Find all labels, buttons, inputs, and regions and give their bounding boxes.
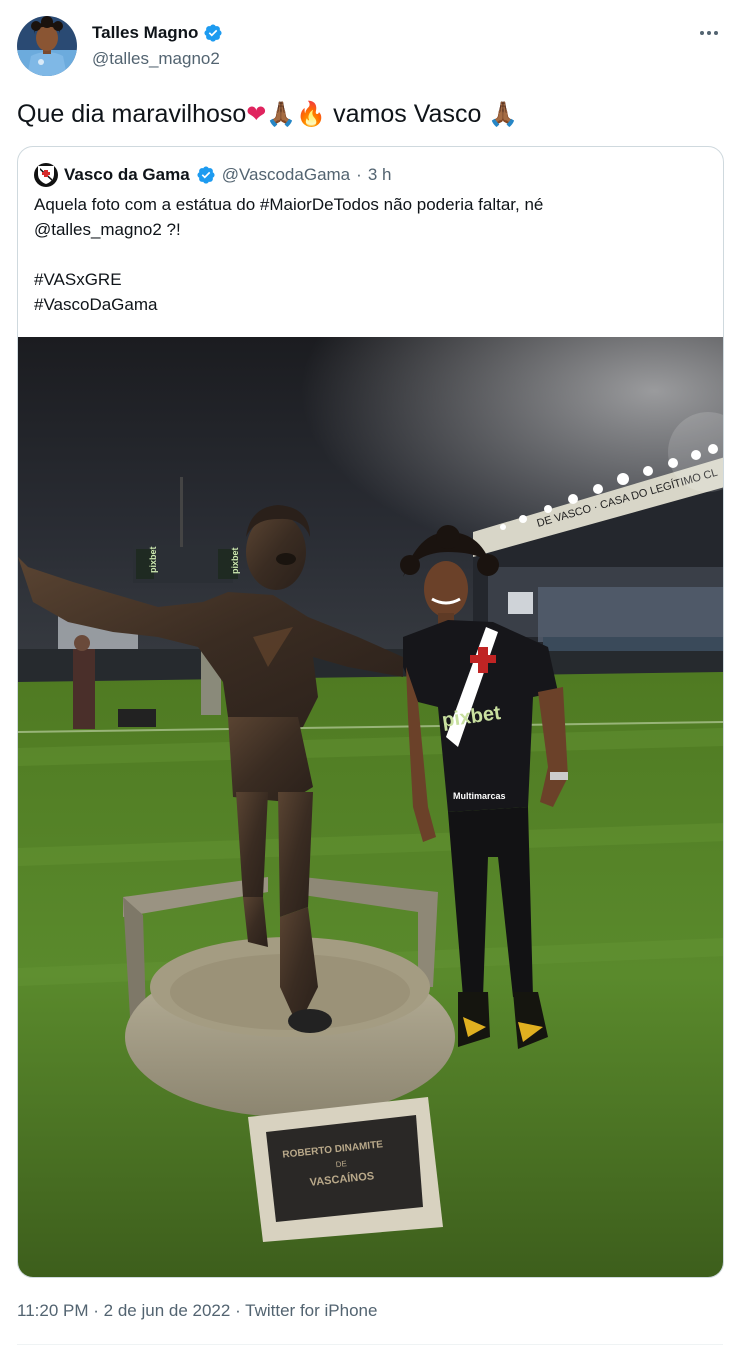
quoted-text-line: #VascoDaGama [34,295,158,314]
quoted-separator: · [356,165,362,184]
author-names: Talles Magno @talles_magno2 [92,22,223,69]
quoted-tweet-header: Vasco da Gama @VascodaGama · 3 h [34,163,391,187]
pitch-board-left-text: pixbet [148,546,158,573]
quoted-text: Aquela foto com a estátua do #MaiorDeTod… [34,192,543,317]
quoted-handle: @VascodaGama [221,165,351,184]
quoted-time: 3 h [367,165,392,184]
pitch-board-right-text: pixbet [230,547,240,574]
tweet-date[interactable]: 2 de jun de 2022 [104,1301,231,1320]
tweet-text-tail: vamos Vasco [333,100,482,128]
plaque-sub1-text: DE [335,1159,347,1169]
quoted-text-line: #VASxGRE [34,270,122,289]
heart-emoji: ❤ [246,100,267,128]
author-display-name[interactable]: Talles Magno [92,23,198,43]
praying-hands-emoji: 🙏🏾 [266,100,297,128]
tweet-timestamp[interactable]: 11:20 PM [17,1301,89,1320]
tweet-source[interactable]: Twitter for iPhone [245,1301,377,1320]
tweet-header: Talles Magno @talles_magno2 [17,16,723,76]
quoted-verified-badge-icon [196,165,216,185]
fire-emoji: 🔥 [296,100,327,128]
quoted-tweet-card[interactable]: Vasco da Gama @VascodaGama · 3 h Aquela … [17,146,724,1278]
author-handle[interactable]: @talles_magno2 [92,49,223,69]
praying-hands-emoji-2: 🙏🏾 [488,100,519,128]
divider [17,1344,723,1345]
verified-badge-icon[interactable] [203,23,223,43]
quoted-author-avatar[interactable] [34,163,58,187]
tweet-meta: 11:20 PM · 2 de jun de 2022 · Twitter fo… [17,1301,377,1321]
quoted-display-name: Vasco da Gama [64,165,190,184]
quoted-text-line [34,242,543,267]
author-avatar[interactable] [17,16,77,76]
quoted-photo[interactable]: DE VASCO · CASA DO LEGÍTIMO CL pixbet pi… [18,337,723,1277]
tweet-text: Que dia maravilhoso❤🙏🏾🔥 vamos Vasco 🙏🏾 [17,96,518,132]
photo-illustration: DE VASCO · CASA DO LEGÍTIMO CL pixbet pi… [18,337,723,1277]
meta-separator: · [235,1301,241,1320]
quoted-text-line: Aquela foto com a estátua do #MaiorDeTod… [34,195,544,214]
shirt-sponsor-2-text: Multimarcas [453,791,506,801]
quoted-text-line: @talles_magno2 ?! [34,220,181,239]
tweet-text-main: Que dia maravilhoso [17,100,247,128]
meta-separator: · [93,1301,99,1320]
more-horizontal-icon[interactable] [695,22,723,44]
